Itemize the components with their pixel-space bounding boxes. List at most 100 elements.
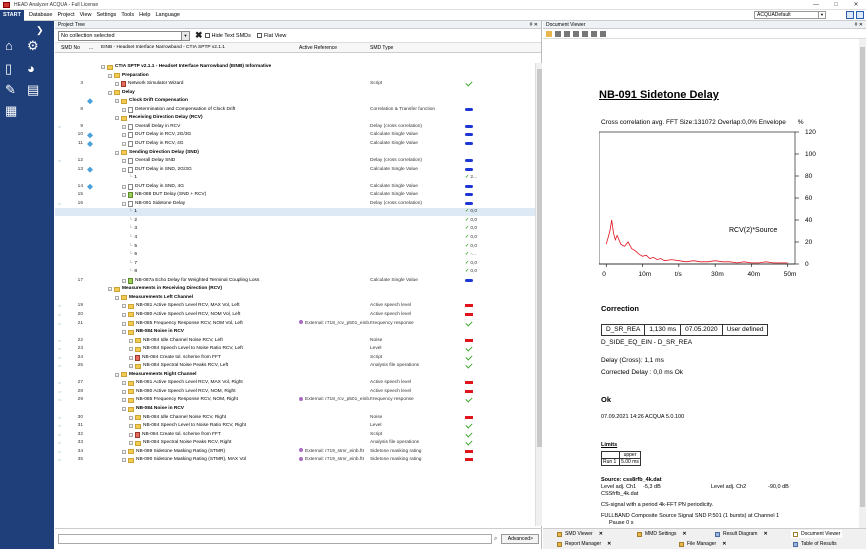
collection-select[interactable]: No collection selected ▼ [58, 30, 190, 41]
menu-tools[interactable]: Tools [121, 12, 134, 18]
tree-node[interactable]: − Determination and Compensation of Clock… [122, 106, 235, 114]
tree-row[interactable]: 11 − DUT Delay in RCV, 4G Calculate Single … [55, 140, 535, 148]
expand-toggle-icon[interactable]: − [122, 389, 126, 394]
menu-settings[interactable]: Settings [96, 12, 116, 18]
tree-node[interactable]: − Delay [108, 89, 135, 97]
expand-toggle-icon[interactable]: − [129, 441, 133, 446]
tree-node[interactable]: − Overall Delay SND [122, 157, 175, 165]
tree-row[interactable]: └ 7 ✓ 0,0 [55, 260, 535, 268]
tree-row[interactable]: − Receiving Direction Delay (RCV) [55, 114, 535, 122]
tree-row[interactable]: ⇨ 12− Overall Delay SND Delay (cross correl… [55, 157, 535, 165]
tree-row[interactable]: 8 − Determination and Compensation of Cloc… [55, 106, 535, 114]
hide-text-smds-toggle[interactable]: ✖ Hide Text SMDs [195, 30, 251, 41]
tab-report-manager[interactable]: Report Manager ✕ [557, 540, 611, 548]
menu-view[interactable]: View [80, 12, 92, 18]
tree-node[interactable]: − Sending Direction Delay (SND) [115, 149, 199, 157]
tree-row[interactable]: 15 − NB-088 DUT Delay (SND + RCV) Calculate… [55, 191, 535, 199]
expand-toggle-icon[interactable]: − [122, 124, 126, 129]
tree-node[interactable]: − NB-088 DUT Delay (SND + RCV) [122, 191, 206, 199]
layout-icon[interactable] [846, 11, 854, 19]
tree-row[interactable]: ⇨ 34− NB-089 Sidetone Masking Rating (STMR… [55, 448, 535, 456]
expand-toggle-icon[interactable]: − [122, 381, 126, 386]
attachment-icon[interactable]: ✎ [5, 83, 16, 96]
tree-node[interactable]: └ 1 [129, 174, 137, 182]
tree-row[interactable]: − NB-084 Noise in RCV [55, 405, 535, 413]
tab-table-of-results[interactable]: Table of Results [793, 540, 837, 548]
tree-row[interactable]: ⇨ 20− NB-080 Active Speech Level RCV, NOM … [55, 311, 535, 319]
tree-node[interactable]: − NB-087a Echo Delay for Weighted Termina… [122, 277, 259, 285]
expand-toggle-icon[interactable]: − [122, 312, 126, 317]
tree-row[interactable]: ⇨ 29− NB-085 Frequency Response RCV, NOM, … [55, 396, 535, 404]
close-icon[interactable]: ✕ [599, 531, 603, 537]
expand-toggle-icon[interactable]: − [129, 432, 133, 437]
tab-result-diagram[interactable]: Result Diagram ✕ [715, 530, 768, 538]
minimize-button[interactable]: — [806, 0, 826, 10]
tree-row[interactable]: 3 − Network Simulator Wizard Script [55, 80, 535, 88]
col-smd-no[interactable]: SMD No [61, 45, 80, 51]
expand-toggle-icon[interactable]: − [122, 449, 126, 454]
tree-row[interactable]: └ 8 ✓ 0,0 [55, 268, 535, 276]
tree-node[interactable]: − NB-080 Active Speech Level RCV, NOM, Ri… [122, 388, 236, 396]
tree-row[interactable]: − CTIA SPTP v2.1.1 - Headset Interface Na… [55, 63, 535, 71]
expand-toggle-icon[interactable]: − [115, 372, 119, 377]
find-icon[interactable] [591, 30, 597, 37]
tree-row[interactable]: ⇨ 27− NB-081 Active Speech Level RCV, MAX … [55, 379, 535, 387]
tree-row[interactable]: − Preparation [55, 72, 535, 80]
home-icon[interactable]: ⌂ [5, 39, 13, 52]
expand-toggle-icon[interactable]: − [129, 415, 133, 420]
tree-row[interactable]: └ 1 ✓ 0,0 [55, 208, 535, 217]
expand-toggle-icon[interactable]: − [122, 193, 126, 198]
col-name[interactable]: EINB - Headset Interface Narrowband - CT… [101, 45, 225, 50]
col-smd-type[interactable]: SMD Type [370, 45, 393, 51]
tree-node[interactable]: − Network Simulator Wizard [115, 80, 183, 88]
close-button[interactable]: ✕ [846, 0, 866, 10]
tree-row[interactable]: └ 2 ✓ 0,0 [55, 217, 535, 225]
tree-node[interactable]: − NB-090 Sidetone Masking Rating (STMR), … [122, 456, 246, 464]
gear-icon[interactable]: ⚙ [27, 39, 39, 52]
pin-close-icons[interactable]: # ✕ [855, 21, 863, 29]
tree-node[interactable]: − NB-084 Idle Channel Noise RCV, Right [129, 414, 226, 422]
tree-node[interactable]: └ 1 [129, 208, 137, 216]
export-icon[interactable] [564, 30, 570, 37]
profile-select[interactable]: ACQUADefault ▼ [754, 11, 826, 19]
tab-smd-viewer[interactable]: SMD Viewer ✕ [557, 530, 603, 538]
tree-node[interactable]: − Measurements Right Channel [115, 371, 196, 379]
close-icon[interactable]: ✕ [763, 531, 767, 537]
tree-row[interactable]: − Measurements in Receiving Direction (RC… [55, 285, 535, 293]
tree-node[interactable]: − NB-085 Frequency Response RCV, NOM, Rig… [122, 396, 238, 404]
tree-row[interactable]: ⇨ 16− NB-091 Sidetone Delay Delay (cross co… [55, 200, 535, 208]
expand-toggle-icon[interactable]: − [122, 184, 126, 189]
tree-scrollbar[interactable] [535, 63, 542, 526]
maximize-button[interactable]: □ [826, 0, 846, 10]
tree-node[interactable]: − NB-084 Create tol. scheme from FFT [129, 354, 221, 362]
tree-row[interactable]: ⇨ 19− NB-081 Active Speech Level RCV, MAX … [55, 302, 535, 310]
tab-file-manager[interactable]: File Manager ✕ [679, 540, 726, 548]
tree-node[interactable]: − NB-084 Spectral Noise Peaks RCV, Left [129, 362, 228, 370]
expand-toggle-icon[interactable]: − [115, 116, 119, 121]
tree-row[interactable]: − NB-084 Noise in RCV [55, 328, 535, 336]
tree-row[interactable]: └ 1 ✓ 2... [55, 174, 535, 182]
expand-toggle-icon[interactable]: − [122, 458, 126, 463]
tree-row[interactable]: ⇨ 35− NB-090 Sidetone Masking Rating (STMR… [55, 456, 535, 464]
tree-node[interactable]: − NB-081 Active Speech Level RCV, MAX Vol… [122, 302, 240, 310]
tree-row[interactable]: └ 5 ✓ 0,0 [55, 243, 535, 251]
tree-node[interactable]: − DUT Delay in SND, 2G/3G [122, 166, 192, 174]
expand-toggle-icon[interactable]: − [108, 90, 112, 95]
menu-language[interactable]: Language [155, 12, 179, 18]
menu-help[interactable]: Help [139, 12, 150, 18]
tree-node[interactable]: └ 5 [129, 243, 137, 251]
tree-row[interactable]: ⇨ 21− NB-085 Frequency Response RCV, NOM V… [55, 320, 535, 328]
scrollbar-thumb[interactable] [860, 47, 865, 507]
tree-node[interactable]: − NB-084 Spectral Noise Peaks RCV, Right [129, 439, 231, 447]
pin-close-icons[interactable]: # ✕ [530, 21, 538, 29]
search-input[interactable] [58, 534, 492, 544]
checkbox[interactable] [204, 33, 210, 38]
tree-node[interactable]: └ 6 [129, 251, 137, 259]
expand-toggle-icon[interactable]: − [129, 355, 133, 360]
expand-toggle-icon[interactable]: − [101, 65, 105, 69]
page-setup-icon[interactable] [582, 30, 588, 37]
tree-node[interactable]: − Preparation [108, 72, 149, 80]
tree-node[interactable]: − DUT Delay in SND, 4G [122, 183, 184, 191]
expand-toggle-icon[interactable]: − [122, 407, 126, 411]
expand-toggle-icon[interactable]: − [129, 364, 133, 369]
